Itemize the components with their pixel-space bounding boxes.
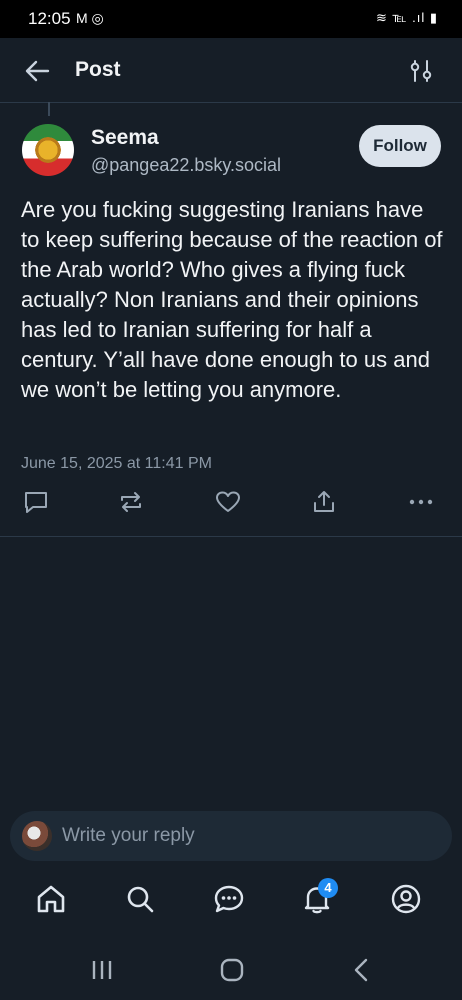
post-action-bar xyxy=(0,480,462,524)
heart-icon xyxy=(216,491,240,512)
notification-icons: M ◎ xyxy=(76,10,104,26)
page-title: Post xyxy=(75,58,121,81)
post-divider xyxy=(0,536,462,537)
repost-icon xyxy=(121,492,141,512)
back-system-button[interactable] xyxy=(348,956,376,984)
recent-apps-button[interactable] xyxy=(88,956,116,984)
chat-icon xyxy=(214,885,244,913)
chevron-left-icon xyxy=(354,958,368,982)
current-user-avatar xyxy=(22,821,52,851)
system-navigation-bar xyxy=(0,938,462,1000)
app-header: Post xyxy=(0,38,462,103)
search-icon xyxy=(127,886,154,913)
nav-home[interactable] xyxy=(34,882,68,916)
arrow-left-icon xyxy=(25,60,50,82)
status-time: 12:05 xyxy=(28,9,71,28)
notification-count-badge: 4 xyxy=(318,878,338,898)
reply-input[interactable]: Write your reply xyxy=(10,811,452,861)
thread-connector-line xyxy=(48,102,50,116)
comment-icon xyxy=(25,492,47,513)
repost-button[interactable] xyxy=(117,489,145,515)
more-options-button[interactable] xyxy=(407,489,435,515)
sliders-icon xyxy=(410,60,432,82)
back-button[interactable] xyxy=(22,56,52,86)
like-button[interactable] xyxy=(214,489,242,515)
more-horizontal-icon xyxy=(409,499,433,505)
lion-and-sun-emblem-icon xyxy=(33,135,63,165)
home-icon xyxy=(37,885,65,913)
home-square-icon xyxy=(220,958,244,982)
author-name[interactable]: Seema xyxy=(91,126,159,150)
bottom-navigation: 4 xyxy=(0,868,462,934)
profile-icon xyxy=(391,884,421,914)
author-avatar[interactable] xyxy=(22,124,74,176)
nav-profile[interactable] xyxy=(389,882,423,916)
follow-button[interactable]: Follow xyxy=(359,125,441,167)
post-text: Are you fucking suggesting Iranians have… xyxy=(21,197,443,402)
nav-search[interactable] xyxy=(123,882,157,916)
reply-placeholder: Write your reply xyxy=(62,825,195,846)
post-timestamp: June 15, 2025 at 11:41 PM xyxy=(21,455,212,472)
share-button[interactable] xyxy=(310,489,338,515)
system-status-icons: ≋ ℡ .ıl ▮ xyxy=(376,10,438,25)
status-bar: 12:05 M ◎ ≋ ℡ .ıl ▮ xyxy=(0,0,462,38)
share-icon xyxy=(314,491,334,512)
thread-settings-button[interactable] xyxy=(408,58,434,84)
reply-button[interactable] xyxy=(22,489,50,515)
author-handle[interactable]: @pangea22.bsky.social xyxy=(91,155,281,176)
nav-chat[interactable] xyxy=(212,882,246,916)
recent-apps-icon xyxy=(92,961,112,979)
home-system-button[interactable] xyxy=(218,956,246,984)
